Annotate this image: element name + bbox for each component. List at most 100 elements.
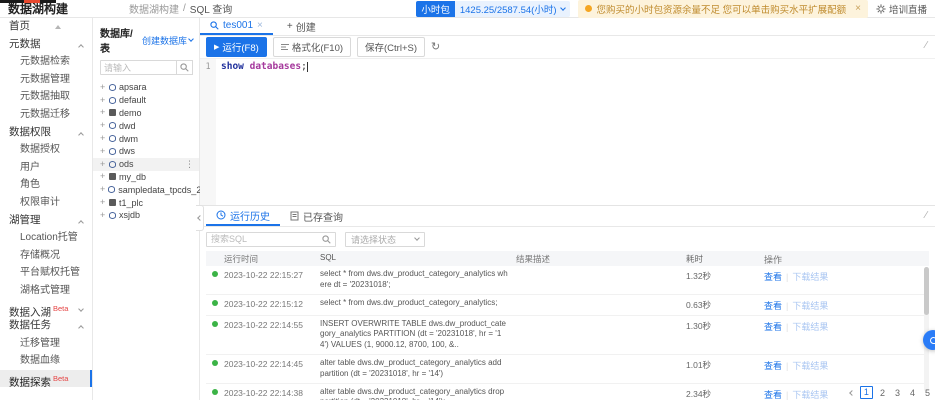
expand-plus-icon[interactable]: + — [100, 172, 106, 181]
view-link[interactable]: 查看 — [764, 322, 782, 332]
database-icon — [109, 84, 116, 91]
sidebar-item-metadata-extraction[interactable]: 元数据抽取 — [0, 88, 92, 106]
chevron-up-icon — [78, 220, 84, 226]
sidebar-item-location-hosting[interactable]: Location托管 — [0, 229, 92, 247]
database-icon — [109, 212, 116, 219]
expand-plus-icon[interactable]: + — [100, 121, 106, 130]
expand-plus-icon[interactable]: + — [100, 108, 106, 117]
expand-plus-icon[interactable]: + — [100, 96, 106, 105]
create-database-link[interactable]: 创建数据库 — [142, 34, 193, 47]
sidebar-item-users[interactable]: 用户 — [0, 159, 92, 177]
sidebar-item-metadata-search[interactable]: 元数据检索 — [0, 53, 92, 71]
sidebar-item-data-authorization[interactable]: 数据授权 — [0, 141, 92, 159]
status-select[interactable]: 请选择状态 — [345, 232, 425, 247]
sidebar-item-permission-audit[interactable]: 权限审计 — [0, 194, 92, 212]
save-button[interactable]: 保存(Ctrl+S) — [357, 37, 425, 57]
expand-plus-icon[interactable]: + — [100, 198, 106, 207]
sidebar-item-metadata-migration[interactable]: 元数据迁移 — [0, 106, 92, 124]
expand-plus-icon[interactable]: + — [100, 147, 106, 156]
download-result-link[interactable]: 下载结果 — [792, 272, 828, 282]
close-icon[interactable]: × — [257, 20, 263, 31]
top-header: 数据湖构建 数据湖构建 / SQL 查询 小时包 1425.25/2587.54… — [0, 0, 935, 18]
refresh-icon[interactable]: ↻ — [431, 42, 440, 53]
tree-item-my_db[interactable]: +my_db — [93, 171, 199, 184]
tree-search-input[interactable] — [100, 60, 177, 75]
tree-item-apsara[interactable]: +apsara — [93, 81, 199, 94]
sidebar-item-lake-format[interactable]: 湖格式管理 — [0, 282, 92, 300]
table-scrollbar[interactable] — [924, 267, 929, 392]
tree-item-dws[interactable]: +dws — [93, 145, 199, 158]
page-5[interactable]: 5 — [922, 388, 933, 398]
close-icon[interactable]: × — [855, 3, 861, 14]
tab-run-history[interactable]: 运行历史 — [206, 206, 280, 226]
expand-plus-icon[interactable]: + — [100, 185, 105, 194]
tab-saved-queries[interactable]: 已存查询 — [280, 206, 353, 226]
collapse-panel-handle[interactable] — [196, 205, 204, 231]
query-tab[interactable]: tes001 × — [200, 18, 273, 35]
table-icon — [109, 109, 116, 116]
expand-plus-icon[interactable]: + — [100, 134, 106, 143]
tree-item-ods[interactable]: +ods⋮ — [93, 158, 199, 171]
sql-workspace: tes001 × +创建 ▶运行(F8) 格式化(F10) 保存(Ctrl+S)… — [200, 18, 935, 400]
view-link[interactable]: 查看 — [764, 390, 782, 400]
chevron-up-icon — [78, 132, 84, 138]
fullscreen-icon[interactable]: ∕ — [925, 210, 927, 221]
page-1[interactable]: 1 — [860, 386, 873, 399]
download-result-link[interactable]: 下载结果 — [792, 301, 828, 311]
sidebar-item-storage-overview[interactable]: 存储概况 — [0, 247, 92, 265]
download-result-link[interactable]: 下载结果 — [792, 390, 828, 400]
format-button[interactable]: 格式化(F10) — [273, 37, 351, 57]
sidebar-item-metadata-management[interactable]: 元数据管理 — [0, 71, 92, 89]
page-2[interactable]: 2 — [877, 388, 888, 398]
prev-page-button[interactable] — [848, 391, 856, 395]
sql-search-input[interactable] — [211, 234, 322, 244]
more-actions-icon[interactable]: ⋮ — [185, 159, 194, 170]
scrollbar-thumb[interactable] — [924, 267, 929, 315]
tree-item-dwm[interactable]: +dwm — [93, 132, 199, 145]
tree-item-demo[interactable]: +demo — [93, 107, 199, 120]
gear-icon — [876, 4, 886, 14]
sidebar-item-metadata[interactable]: 元数据 — [0, 36, 92, 54]
sidebar-item-data-permission[interactable]: 数据权限 — [0, 124, 92, 142]
sql-editor[interactable]: 1 show databases; — [200, 58, 935, 205]
search-icon — [210, 21, 219, 30]
fullscreen-icon[interactable]: ∕ — [925, 40, 927, 51]
run-button[interactable]: ▶运行(F8) — [206, 37, 267, 57]
sidebar-item-migration-management[interactable]: 迁移管理 — [0, 335, 92, 353]
sidebar-item-platform-authorization[interactable]: 平台赋权托管 — [0, 264, 92, 282]
breadcrumb-parent[interactable]: 数据湖构建 — [129, 1, 179, 16]
sidebar-item-home[interactable]: 首页 — [0, 18, 92, 36]
sidebar-item-lake-management[interactable]: 湖管理 — [0, 212, 92, 230]
download-result-link[interactable]: 下载结果 — [792, 322, 828, 332]
sidebar-item-data-tasks[interactable]: 数据任务 — [0, 317, 92, 335]
expand-plus-icon[interactable]: + — [100, 211, 106, 220]
tree-item-dwd[interactable]: +dwd — [93, 119, 199, 132]
download-result-link[interactable]: 下载结果 — [792, 361, 828, 371]
page-4[interactable]: 4 — [907, 388, 918, 398]
tree-item-t1_plc[interactable]: +t1_plc — [93, 196, 199, 209]
view-link[interactable]: 查看 — [764, 361, 782, 371]
sql-search-box[interactable] — [206, 232, 336, 247]
expand-plus-icon[interactable]: + — [100, 160, 106, 169]
sidebar-item-data-lineage[interactable]: 数据血缘 — [0, 352, 92, 370]
page-3[interactable]: 3 — [892, 388, 903, 398]
tree-item-sampledata[interactable]: +sampledata_tpcds_2g — [93, 183, 199, 196]
assistant-icon — [930, 337, 935, 344]
tree-item-default[interactable]: +default — [93, 94, 199, 107]
expand-plus-icon[interactable]: + — [100, 83, 106, 92]
database-icon — [109, 97, 116, 104]
play-icon: ▶ — [214, 43, 219, 51]
view-link[interactable]: 查看 — [764, 301, 782, 311]
chevron-down-icon[interactable] — [560, 5, 566, 11]
view-link[interactable]: 查看 — [764, 272, 782, 282]
warning-icon — [585, 5, 592, 12]
quota-badge[interactable]: 小时包 1425.25/2587.54(小时) — [416, 1, 569, 17]
tree-search-button[interactable] — [177, 60, 193, 75]
sidebar-item-data-exploration[interactable]: 数据探索Beta — [0, 370, 92, 388]
new-query-button[interactable]: +创建 — [273, 18, 330, 35]
editor-code[interactable]: show databases; — [216, 59, 935, 205]
sidebar-item-data-ingestion[interactable]: 数据入湖Beta — [0, 300, 92, 318]
sidebar-item-roles[interactable]: 角色 — [0, 176, 92, 194]
tree-item-xsjdb[interactable]: +xsjdb — [93, 209, 199, 222]
training-link[interactable]: 培训直播 — [876, 2, 927, 16]
